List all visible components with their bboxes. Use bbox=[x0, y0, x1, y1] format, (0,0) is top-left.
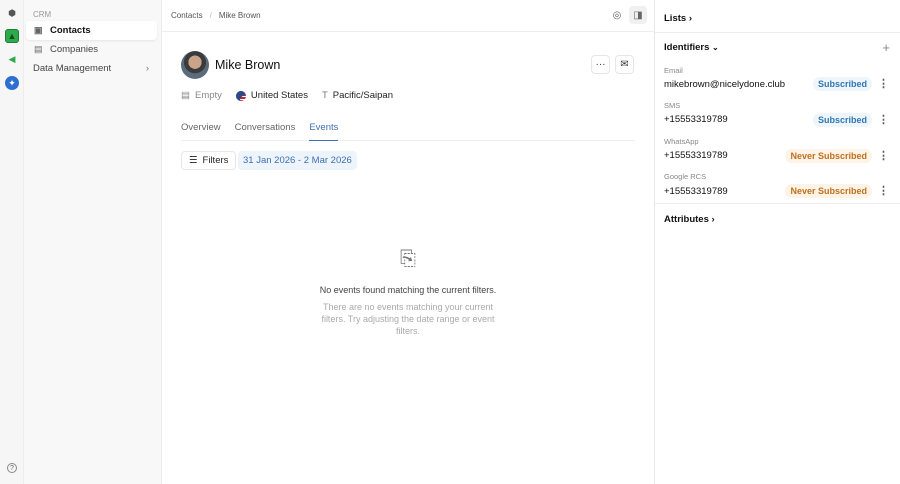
more-vertical-icon[interactable]: ⋮ bbox=[878, 149, 889, 162]
main-content: Contacts / Mike Brown ◎ ◨ Mike Brown ··· ✉… bbox=[162, 0, 654, 484]
status-badge: Never Subscribed bbox=[785, 149, 872, 163]
settings-icon[interactable]: ◎ bbox=[608, 6, 626, 24]
identifier-label: WhatsApp bbox=[664, 137, 699, 146]
status-badge: Never Subscribed bbox=[785, 184, 872, 198]
sidebar: CRM ▣ Contacts ▤ Companies Data Management… bbox=[24, 0, 162, 484]
contact-book-icon: ▣ bbox=[34, 25, 43, 35]
timezone-icon: T bbox=[321, 90, 328, 101]
identifier-value: +15553319789 bbox=[664, 114, 728, 125]
campaigns-app-icon[interactable]: ◀ bbox=[5, 52, 19, 66]
attributes-section-toggle[interactable]: Attributes › bbox=[664, 214, 715, 225]
chevron-right-icon: › bbox=[711, 214, 715, 225]
empty-description: There are no events matching your curren… bbox=[321, 302, 495, 336]
tab-overview[interactable]: Overview bbox=[181, 122, 221, 141]
sidebar-item-label: Data Management bbox=[33, 63, 112, 74]
company-field[interactable]: ▤ Empty bbox=[181, 90, 222, 101]
sidebar-item-data-management[interactable]: Data Management › bbox=[26, 59, 157, 78]
divider bbox=[655, 203, 900, 204]
us-flag-icon bbox=[235, 90, 246, 101]
breadcrumb-separator: / bbox=[209, 11, 212, 20]
document-search-icon: ⎘ bbox=[400, 248, 416, 270]
timezone-value: Pacific/Saipan bbox=[332, 90, 393, 101]
chevron-right-icon: › bbox=[145, 63, 149, 74]
identifier-label: Email bbox=[664, 66, 683, 75]
contacts-app-icon[interactable]: ▲ bbox=[5, 29, 19, 43]
avatar bbox=[181, 51, 209, 79]
building-icon: ▤ bbox=[181, 90, 190, 101]
empty-state: ⎘ No events found matching the current f… bbox=[302, 248, 514, 337]
sidebar-section-label: CRM bbox=[33, 10, 52, 19]
chevron-right-icon: › bbox=[688, 13, 692, 24]
add-identifier-icon[interactable]: + bbox=[882, 40, 890, 55]
more-vertical-icon[interactable]: ⋮ bbox=[878, 113, 889, 126]
lists-section-toggle[interactable]: Lists › bbox=[664, 13, 692, 24]
chevron-down-icon: ⌄ bbox=[712, 43, 719, 52]
more-actions-button[interactable]: ··· bbox=[591, 55, 610, 74]
breadcrumb-contacts[interactable]: Contacts bbox=[171, 11, 203, 20]
identifier-value: mikebrown@nicelydone.club bbox=[664, 79, 786, 90]
contact-name: Mike Brown bbox=[215, 58, 281, 72]
more-vertical-icon[interactable]: ⋮ bbox=[878, 77, 889, 90]
company-value: Empty bbox=[194, 90, 222, 101]
divider bbox=[162, 31, 654, 32]
identifier-value: +15553319789 bbox=[664, 150, 728, 161]
status-badge: Subscribed bbox=[812, 77, 872, 91]
sidebar-item-contacts[interactable]: ▣ Contacts bbox=[26, 21, 157, 40]
identifiers-label: Identifiers bbox=[664, 42, 710, 53]
country-field[interactable]: United States bbox=[235, 90, 308, 101]
timezone-field[interactable]: T Pacific/Saipan bbox=[322, 90, 393, 101]
integrations-app-icon[interactable]: ✦ bbox=[5, 76, 19, 90]
help-icon[interactable]: ? bbox=[7, 463, 17, 473]
sidebar-item-label: Companies bbox=[50, 44, 99, 55]
breadcrumb-current: Mike Brown bbox=[218, 11, 261, 20]
tab-events[interactable]: Events bbox=[309, 122, 339, 141]
details-panel: Lists › Identifiers ⌄ + Email mikebrown@… bbox=[654, 0, 900, 484]
status-badge: Subscribed bbox=[812, 113, 872, 127]
country-value: United States bbox=[250, 90, 308, 101]
attributes-label: Attributes bbox=[664, 214, 709, 225]
identifier-label: SMS bbox=[664, 101, 681, 110]
home-icon[interactable]: ⬢ bbox=[5, 6, 19, 20]
divider bbox=[655, 32, 900, 33]
tab-conversations[interactable]: Conversations bbox=[235, 122, 296, 141]
toggle-panel-icon[interactable]: ◨ bbox=[629, 6, 647, 24]
lists-label: Lists bbox=[664, 13, 687, 24]
contact-meta: ▤ Empty United States T Pacific/Saipan bbox=[181, 90, 393, 101]
sidebar-item-companies[interactable]: ▤ Companies bbox=[26, 40, 157, 59]
filters-button[interactable]: ☰ Filters bbox=[181, 151, 237, 170]
empty-title: No events found matching the current fil… bbox=[319, 285, 497, 295]
building-icon: ▤ bbox=[34, 44, 43, 54]
more-vertical-icon[interactable]: ⋮ bbox=[878, 184, 889, 197]
filters-label: Filters bbox=[202, 155, 229, 166]
send-email-button[interactable]: ✉ bbox=[615, 55, 634, 74]
tabs: Overview Conversations Events bbox=[181, 122, 635, 141]
sidebar-item-label: Contacts bbox=[50, 25, 91, 36]
breadcrumb: Contacts / Mike Brown bbox=[171, 11, 268, 20]
app-rail: ⬢ ▲ ◀ ✦ ? bbox=[0, 0, 24, 484]
identifier-value: +15553319789 bbox=[664, 186, 728, 197]
identifier-label: Google RCS bbox=[664, 172, 707, 181]
filter-icon: ☰ bbox=[189, 155, 198, 166]
date-range-picker[interactable]: 31 Jan 2026 - 2 Mar 2026 bbox=[238, 151, 357, 170]
identifiers-section-toggle[interactable]: Identifiers ⌄ bbox=[664, 42, 719, 53]
